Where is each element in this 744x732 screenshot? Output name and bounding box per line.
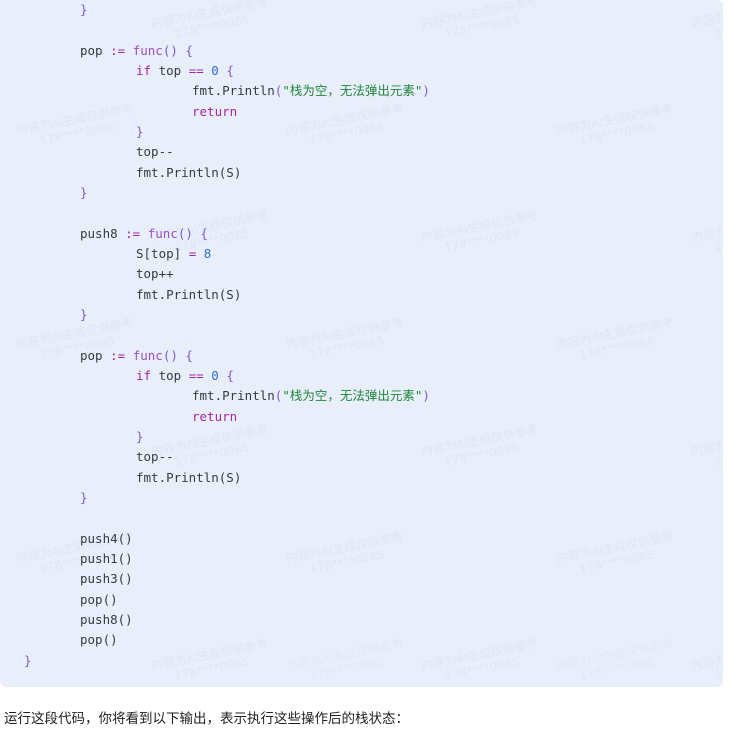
code-token: 8 [203, 245, 212, 261]
code-token: pop [80, 347, 111, 363]
code-token: if [136, 62, 152, 78]
code-token: push8() [80, 611, 133, 627]
code-line: push3() [0, 569, 723, 589]
code-token: () { [177, 225, 208, 241]
code-token: } [24, 652, 32, 668]
code-line: top-- [0, 447, 723, 467]
code-line: } [0, 427, 723, 447]
code-token: } [80, 2, 88, 17]
code-token: fmt.Println [192, 83, 275, 99]
code-token: pop() [80, 591, 118, 607]
code-line: pop() [0, 630, 723, 650]
code-token: } [136, 428, 144, 444]
code-line: fmt.Println("栈为空，无法弹出元素") [0, 81, 723, 101]
code-token: top [151, 367, 189, 383]
code-token: { [218, 367, 234, 383]
code-token: fmt.Println(S) [136, 164, 242, 180]
code-token: fmt.Println(S) [136, 469, 242, 485]
code-line: if top == 0 { [0, 366, 723, 386]
code-token: return [192, 408, 238, 424]
caption-text: 运行这段代码，你将看到以下输出，表示执行这些操作后的栈状态： [4, 711, 409, 726]
code-token: == [188, 62, 204, 78]
code-line: push1() [0, 549, 723, 569]
code-line: } [0, 183, 723, 203]
code-token: S[top] [136, 245, 189, 261]
code-token: push4() [80, 530, 133, 546]
code-token: top [151, 62, 189, 78]
code-line: fmt.Println(S) [0, 468, 723, 488]
code-token: push1() [80, 550, 133, 566]
code-line: fmt.Println(S) [0, 285, 723, 305]
code-line: } [0, 488, 723, 508]
code-line: pop := func() { [0, 41, 723, 61]
code-line: if top == 0 { [0, 61, 723, 81]
code-line: fmt.Println(S) [0, 163, 723, 183]
code-line: top++ [0, 264, 723, 284]
code-token: } [80, 306, 88, 322]
code-token: fmt.Println(S) [136, 286, 242, 302]
code-line: } [0, 651, 723, 671]
code-line: push4() [0, 529, 723, 549]
code-line: S[top] = 8 [0, 244, 723, 264]
code-token: "栈为空，无法弹出元素" [282, 83, 423, 99]
code-token: 0 [211, 367, 219, 383]
code-line: return [0, 102, 723, 122]
code-token: } [136, 123, 144, 139]
code-line: fmt.Println("栈为空，无法弹出元素") [0, 386, 723, 406]
code-token: "栈为空，无法弹出元素" [282, 388, 423, 404]
code-token: pop [80, 42, 111, 58]
code-token: := [125, 225, 141, 241]
code-token: func [132, 347, 163, 363]
code-scroll-region[interactable]: } pop := func() {if top == 0 {fmt.Printl… [0, 0, 723, 687]
code-token: ) [422, 388, 430, 404]
code-token: top++ [136, 266, 174, 282]
code-token: return [192, 103, 238, 119]
code-token: top-- [136, 144, 174, 160]
code-token: 0 [211, 62, 219, 78]
code-line: push8 := func() { [0, 224, 723, 244]
code-token: := [110, 42, 126, 58]
code-block: 内容为AI生成仅供参考 178****0065 内容为AI生成仅供参考 178****… [0, 0, 723, 687]
code-token: } [80, 489, 88, 505]
code-line: } [0, 0, 723, 20]
code-line: } [0, 122, 723, 142]
code-line: return [0, 407, 723, 427]
code-token: push8 [80, 225, 126, 241]
code-content: } pop := func() {if top == 0 {fmt.Printl… [0, 0, 723, 671]
code-token: () { [162, 347, 193, 363]
code-token: push3() [80, 571, 133, 587]
code-line: top-- [0, 142, 723, 162]
code-token: if [136, 367, 152, 383]
code-line: pop := func() { [0, 346, 723, 366]
code-line: push8() [0, 610, 723, 630]
code-token: ) [422, 83, 430, 99]
code-token: () { [162, 42, 193, 58]
code-token: { [218, 62, 234, 78]
code-token: top-- [136, 449, 174, 465]
code-line: } [0, 305, 723, 325]
code-token: fmt.Println [192, 388, 275, 404]
code-token: := [110, 347, 126, 363]
code-line: pop() [0, 590, 723, 610]
code-token: func [147, 225, 178, 241]
code-token: == [188, 367, 204, 383]
code-token: } [80, 184, 88, 200]
code-token: func [132, 42, 163, 58]
code-token: pop() [80, 632, 118, 648]
